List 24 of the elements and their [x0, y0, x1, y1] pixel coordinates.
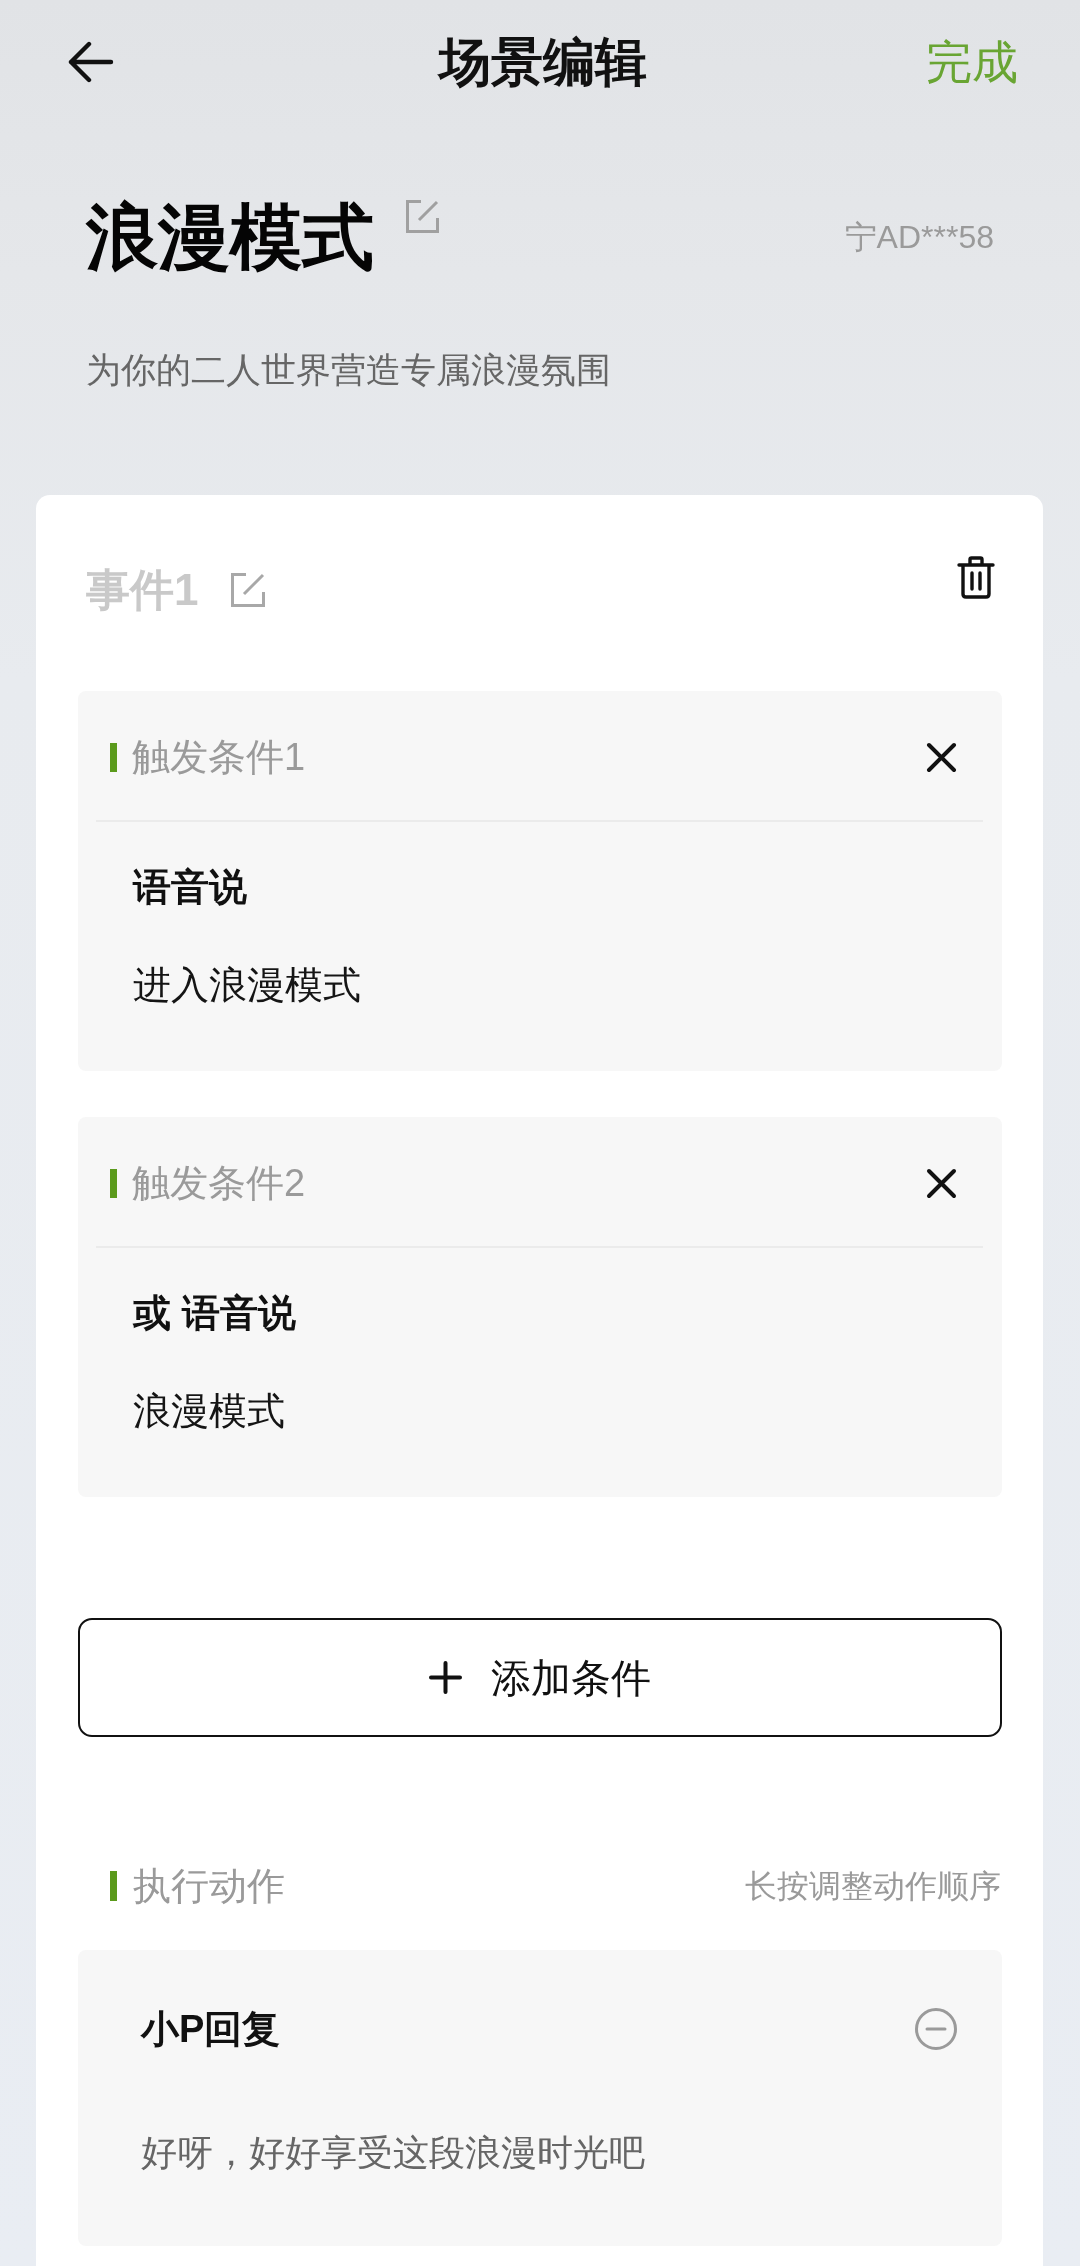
back-icon[interactable]	[67, 41, 114, 83]
voice-phrase: 进入浪漫模式	[133, 963, 361, 1008]
page-title: 场景编辑	[438, 32, 647, 92]
scene-name: 浪漫模式	[86, 197, 374, 277]
accent-marker-icon	[110, 1871, 117, 1901]
accent-marker-icon	[110, 742, 117, 772]
close-icon[interactable]	[926, 741, 957, 773]
close-icon[interactable]	[926, 1167, 957, 1199]
condition-type: 语音说	[133, 865, 247, 910]
action-title: 小P回复	[141, 2007, 281, 2052]
reply-text: 好呀，好好享受这段浪漫时光吧	[141, 2131, 645, 2175]
plus-icon	[429, 1661, 462, 1694]
condition-label: 触发条件2	[132, 1161, 306, 1206]
condition-label: 触发条件1	[132, 735, 306, 780]
scene-description: 为你的二人世界营造专属浪漫氛围	[86, 349, 612, 391]
voice-phrase: 浪漫模式	[133, 1389, 285, 1434]
accent-marker-icon	[110, 1168, 117, 1198]
reorder-hint: 长按调整动作顺序	[745, 1867, 1001, 1906]
section-title: 执行动作	[133, 1864, 285, 1909]
trash-icon[interactable]	[957, 555, 995, 599]
minus-circle-icon[interactable]	[915, 2008, 957, 2050]
license-plate: 宁AD***58	[844, 218, 994, 257]
add-condition-button[interactable]: 添加条件	[78, 1618, 1002, 1737]
condition-type: 或 语音说	[133, 1291, 296, 1336]
